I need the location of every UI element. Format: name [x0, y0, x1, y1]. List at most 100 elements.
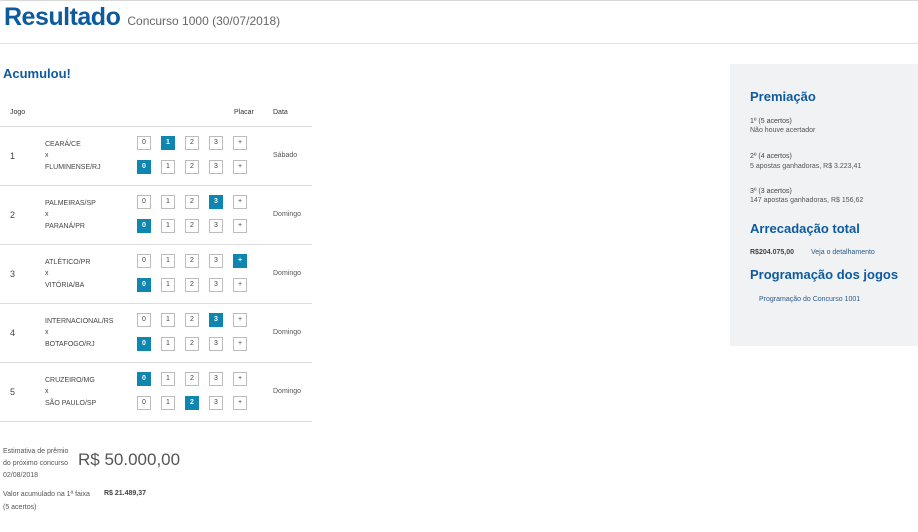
home-team: ATLÉTICO/PR: [45, 259, 91, 266]
home-score-option[interactable]: 0: [137, 136, 151, 150]
game-row: 2 PALMEIRAS/SP x PARANÁ/PR Domingo 0 1 2 3 +0 1 2 3 +: [0, 186, 312, 245]
away-score-option[interactable]: 3: [209, 396, 223, 410]
away-score-option[interactable]: +: [233, 160, 247, 174]
home-score-option[interactable]: 3: [209, 195, 223, 209]
versus-label: x: [45, 152, 49, 159]
home-score-option[interactable]: 2: [185, 136, 199, 150]
versus-label: x: [45, 270, 49, 277]
tier-detail: 147 apostas ganhadoras, R$ 156,62: [750, 197, 864, 204]
accumulated-value: R$ 21.489,37: [104, 490, 147, 497]
estimate-label-line: Estimativa de prêmio: [3, 448, 69, 455]
away-team: SÃO PAULO/SP: [45, 400, 97, 407]
away-score-option[interactable]: 0: [137, 278, 151, 292]
arrecadacao-title: Arrecadação total: [750, 221, 860, 236]
home-score-option[interactable]: 3: [209, 254, 223, 268]
game-number: 3: [10, 269, 16, 279]
away-score-option[interactable]: +: [233, 278, 247, 292]
home-score-option[interactable]: +: [233, 195, 247, 209]
home-score-option[interactable]: 2: [185, 254, 199, 268]
home-score-option[interactable]: +: [233, 254, 247, 268]
away-score-option[interactable]: 1: [161, 337, 175, 351]
tier-label: 1º (5 acertos): [750, 118, 792, 125]
away-score-option[interactable]: 3: [209, 337, 223, 351]
game-number: 4: [10, 328, 16, 338]
away-team: PARANÁ/PR: [45, 223, 85, 230]
page-header: Resultado Concurso 1000 (30/07/2018): [4, 3, 280, 39]
home-score-option[interactable]: 3: [209, 372, 223, 386]
versus-label: x: [45, 388, 49, 395]
away-score-option[interactable]: 1: [161, 396, 175, 410]
header-jogo: Jogo: [10, 109, 26, 116]
away-score-option[interactable]: 2: [185, 278, 199, 292]
home-team: INTERNACIONAL/RS: [45, 318, 114, 325]
game-row: 1 CEARÁ/CE x FLUMINENSE/RJ Sábado 0 1 2 3 +0 1 2 3 +: [0, 127, 312, 186]
away-score-option[interactable]: +: [233, 219, 247, 233]
away-score-option[interactable]: 3: [209, 219, 223, 233]
home-score-option[interactable]: 1: [161, 195, 175, 209]
header-divider: [0, 43, 918, 44]
home-score-option[interactable]: 3: [209, 136, 223, 150]
away-score-option[interactable]: 2: [185, 219, 199, 233]
game-date: Domingo: [273, 329, 302, 336]
arrecadacao-value: R$204.075,00: [750, 249, 794, 256]
home-score-option[interactable]: 1: [161, 313, 175, 327]
away-score-option[interactable]: +: [233, 396, 247, 410]
home-score-option[interactable]: +: [233, 372, 247, 386]
home-team: PALMEIRAS/SP: [45, 200, 96, 207]
away-score-option[interactable]: 0: [137, 337, 151, 351]
home-score-option[interactable]: 0: [137, 313, 151, 327]
away-score-option[interactable]: 3: [209, 160, 223, 174]
away-score-option[interactable]: 0: [137, 219, 151, 233]
away-score-option[interactable]: 2: [185, 160, 199, 174]
home-team: CEARÁ/CE: [45, 141, 81, 148]
home-score-option[interactable]: 2: [185, 313, 199, 327]
game-date: Domingo: [273, 270, 302, 277]
detalhamento-link[interactable]: Veja o detalhamento: [811, 249, 875, 256]
result-status: Acumulou!: [3, 66, 71, 81]
game-date: Domingo: [273, 388, 302, 395]
away-score-option[interactable]: 0: [137, 396, 151, 410]
game-number: 2: [10, 210, 16, 220]
away-score-option[interactable]: 1: [161, 219, 175, 233]
programacao-title: Programação dos jogos: [750, 267, 899, 282]
game-number: 5: [10, 387, 16, 397]
away-score-option[interactable]: 3: [209, 278, 223, 292]
estimate-value: R$ 50.000,00: [78, 450, 181, 469]
away-team: BOTAFOGO/RJ: [45, 341, 95, 348]
home-score-option[interactable]: 0: [137, 195, 151, 209]
home-score-option[interactable]: 1: [161, 136, 175, 150]
away-score-option[interactable]: 1: [161, 160, 175, 174]
home-score-option[interactable]: 1: [161, 372, 175, 386]
home-score-option[interactable]: 1: [161, 254, 175, 268]
away-score-option[interactable]: 2: [185, 337, 199, 351]
top-border: [0, 0, 918, 1]
home-score-option[interactable]: 2: [185, 195, 199, 209]
home-team: CRUZEIRO/MG: [45, 377, 95, 384]
header-data: Data: [273, 109, 288, 116]
premiacao-title: Premiação: [750, 89, 816, 104]
estimate-label-line: do próximo concurso: [3, 460, 68, 467]
accumulated-label-line: Valor acumulado na 1ª faixa: [3, 491, 90, 498]
away-score-option[interactable]: 2: [185, 396, 199, 410]
game-number: 1: [10, 151, 16, 161]
home-score-option[interactable]: +: [233, 136, 247, 150]
away-score-option[interactable]: +: [233, 337, 247, 351]
game-date: Domingo: [273, 211, 302, 218]
away-team: FLUMINENSE/RJ: [45, 164, 101, 171]
tier-detail: Não houve acertador: [750, 127, 816, 134]
away-team: VITÓRIA/BA: [45, 282, 85, 289]
page-title: Resultado: [4, 3, 121, 31]
home-score-option[interactable]: +: [233, 313, 247, 327]
accumulated-label-line: (5 acertos): [3, 504, 37, 511]
away-score-option[interactable]: 0: [137, 160, 151, 174]
programacao-link[interactable]: Programação do Concurso 1001: [759, 296, 860, 303]
game-row: 5 CRUZEIRO/MG x SÃO PAULO/SP Domingo 0 1 2 3 +0 1 2…: [0, 363, 312, 422]
home-score-option[interactable]: 3: [209, 313, 223, 327]
estimate-label-line: 02/08/2018: [3, 472, 39, 479]
home-score-option[interactable]: 0: [137, 254, 151, 268]
tier-label: 3º (3 acertos): [750, 188, 792, 195]
away-score-option[interactable]: 1: [161, 278, 175, 292]
home-score-option[interactable]: 2: [185, 372, 199, 386]
home-score-option[interactable]: 0: [137, 372, 151, 386]
versus-label: x: [45, 211, 49, 218]
